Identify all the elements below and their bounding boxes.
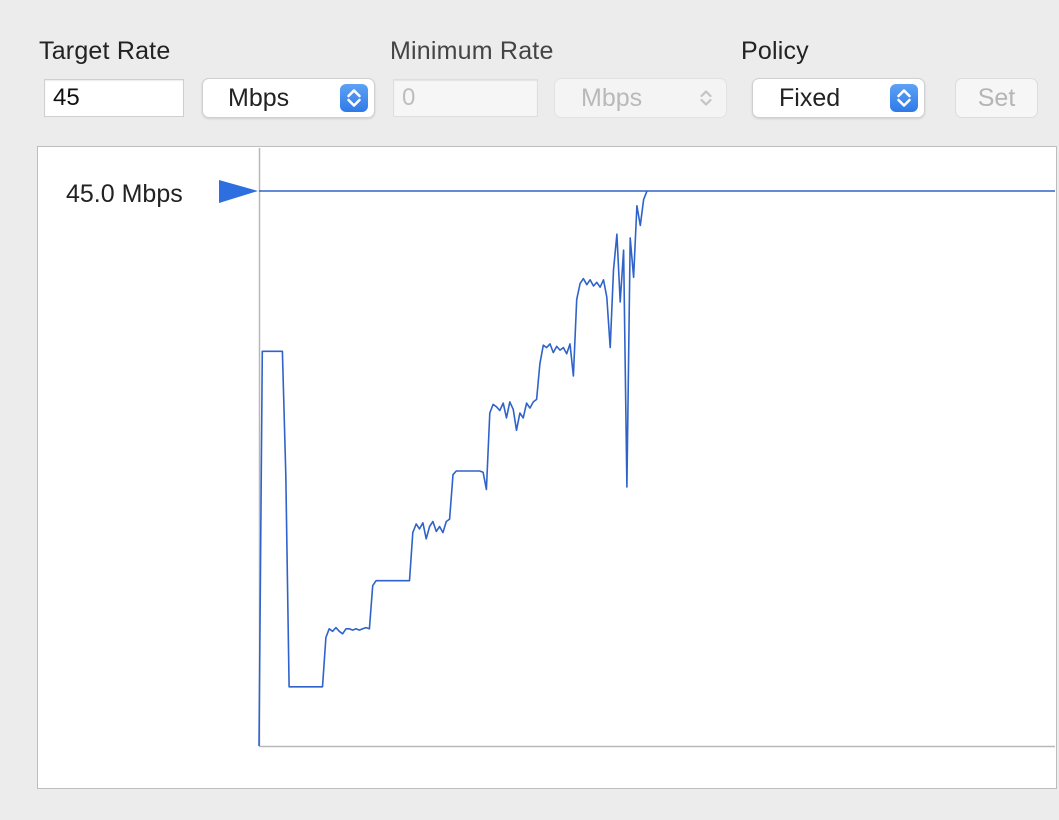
- target-rate-marker-icon[interactable]: [219, 180, 258, 203]
- throughput-series-line: [258, 190, 648, 747]
- rate-graph: [219, 148, 1055, 748]
